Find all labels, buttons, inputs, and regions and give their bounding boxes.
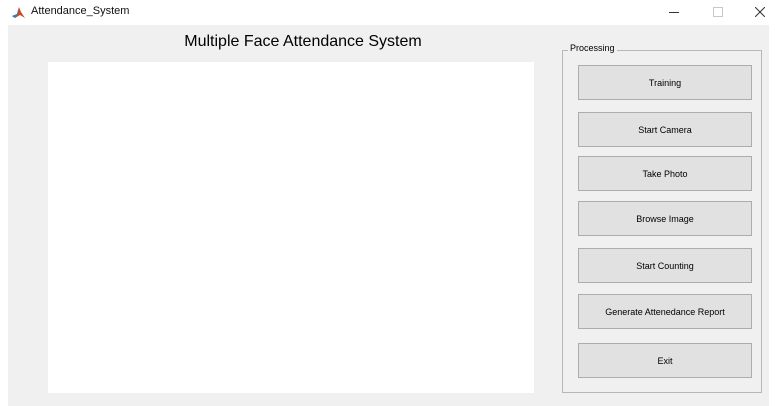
minimize-button[interactable] xyxy=(654,0,694,25)
page-title: Multiple Face Attendance System xyxy=(184,33,422,50)
close-button[interactable] xyxy=(742,0,777,25)
minimize-icon xyxy=(669,4,679,22)
start-camera-button[interactable]: Start Camera xyxy=(578,112,752,147)
processing-panel-title: Processing xyxy=(568,43,617,53)
processing-panel: Processing Training Start Camera Take Ph… xyxy=(562,43,762,393)
start-counting-button[interactable]: Start Counting xyxy=(578,248,752,283)
maximize-button[interactable] xyxy=(698,0,738,25)
take-photo-button[interactable]: Take Photo xyxy=(578,156,752,191)
training-button[interactable]: Training xyxy=(578,65,752,100)
maximize-icon xyxy=(713,4,723,22)
exit-button[interactable]: Exit xyxy=(578,343,752,378)
browse-image-button[interactable]: Browse Image xyxy=(578,201,752,236)
image-axes xyxy=(48,62,534,393)
matlab-icon xyxy=(12,6,25,19)
window-title: Attendance_System xyxy=(31,5,130,17)
close-icon xyxy=(754,4,765,22)
title-bar: Attendance_System xyxy=(0,0,777,25)
figure-area: Multiple Face Attendance System Processi… xyxy=(8,25,769,406)
generate-report-button[interactable]: Generate Attenedance Report xyxy=(578,294,752,329)
